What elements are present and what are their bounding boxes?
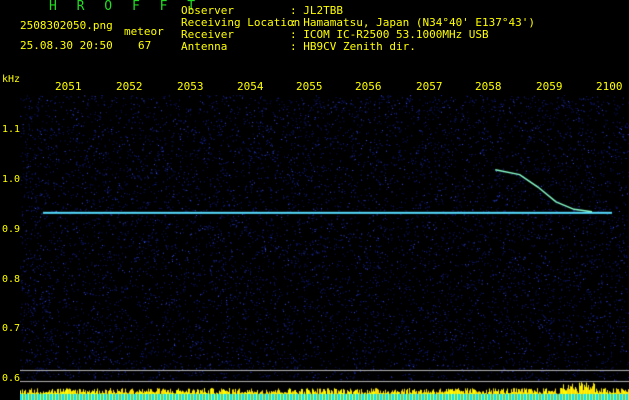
y-tick-0-7: 0.7 [2,323,21,334]
y-tick-1-1: 1.1 [2,124,21,135]
x-tick-2054: 2054 [237,80,264,93]
antenna-value: : HB9CV Zenith dir. [290,40,416,53]
x-tick-2059: 2059 [536,80,563,93]
x-tick-2053: 2053 [177,80,204,93]
x-tick-2055: 2055 [296,80,323,93]
y-tick-1-0: 1.0 [2,174,21,185]
x-tick-2052: 2052 [116,80,143,93]
y-unit-label: kHz [2,74,21,85]
antenna-label: Antenna [181,40,228,53]
x-tick-2057: 2057 [416,80,443,93]
y-tick-0-8: 0.8 [2,274,21,285]
x-tick-2051: 2051 [55,80,82,93]
file-name: 2508302050.png [20,19,113,32]
app-title: H R O F F T [49,0,202,14]
timestamp: 25.08.30 20:50 [20,39,113,52]
meteor-label: meteor [124,25,164,38]
x-tick-2058: 2058 [475,80,502,93]
meteor-count: 67 [138,39,152,52]
y-tick-0-6: 0.6 [2,373,21,384]
hrofft-spectrogram-window: H R O F F T 2508302050.png 25.08.30 20:5… [0,0,629,400]
spectrogram-canvas [20,95,629,400]
x-tick-2056: 2056 [355,80,382,93]
y-tick-0-9: 0.9 [2,224,21,235]
x-tick-2100: 2100 [596,80,623,93]
